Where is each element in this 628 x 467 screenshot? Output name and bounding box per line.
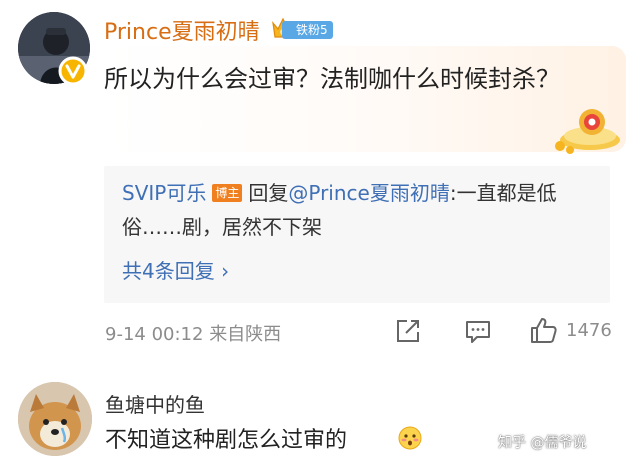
blogger-tag: 博主: [212, 184, 243, 202]
comment-author-name[interactable]: Prince夏雨初晴: [104, 14, 260, 46]
comment-location: 来自陕西: [209, 324, 282, 345]
share-icon[interactable]: [395, 318, 421, 344]
reply-prefix: 回复: [248, 181, 289, 205]
verified-v-icon: [58, 56, 88, 86]
thumbs-up-icon[interactable]: [530, 316, 558, 344]
watermark: 知乎 @儒爷说: [498, 435, 587, 451]
like-count: 1476: [566, 320, 612, 341]
view-replies-link[interactable]: 共4条回复 ›: [122, 255, 229, 284]
comment-icon[interactable]: [465, 320, 491, 344]
mention-link[interactable]: @Prince夏雨初晴: [288, 181, 449, 205]
comment-author-name[interactable]: 鱼塘中的鱼: [105, 389, 205, 418]
comment-text: 所以为什么会过审？法制咖什么时候封杀？: [104, 65, 560, 93]
reply-preview-text: SVIP可乐 博主 回复@Prince夏雨初晴:一直都是低俗……剧，居然不下架: [122, 176, 597, 244]
comment-meta: 9-14 00:12 来自陕西: [105, 320, 281, 346]
fan-badge: 铁粉5: [270, 13, 340, 43]
avatar[interactable]: [18, 382, 92, 456]
fan-badge-label: 铁粉5: [282, 21, 333, 39]
comment-time: 9-14 00:12: [105, 324, 204, 345]
sticker-icon: [555, 109, 620, 154]
comment-text: 不知道这种剧怎么过审的: [105, 428, 348, 453]
replier-name[interactable]: SVIP可乐: [122, 181, 206, 205]
blush-emoji-icon: [398, 426, 422, 450]
